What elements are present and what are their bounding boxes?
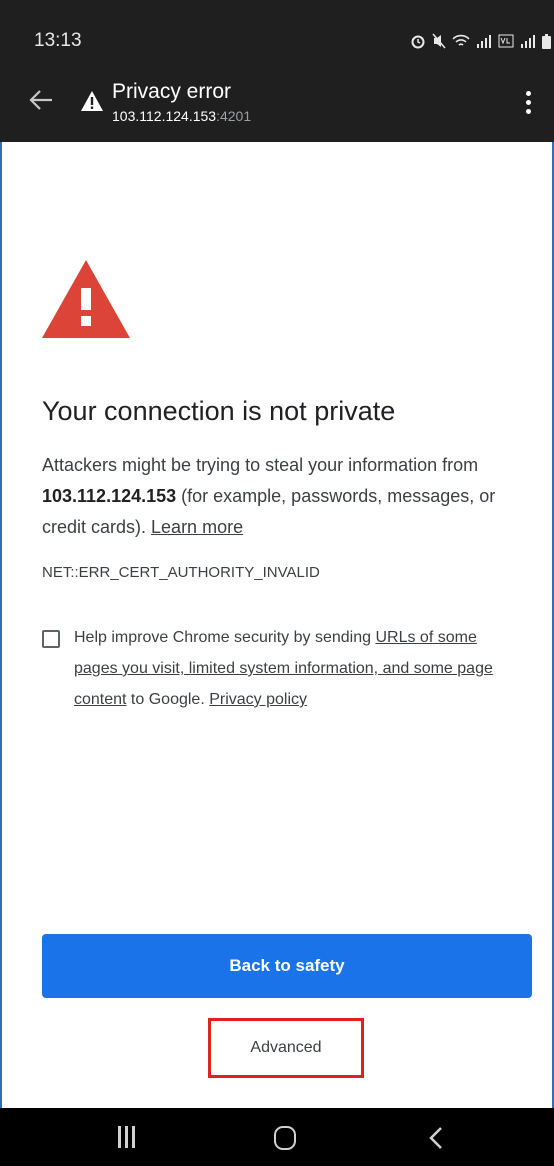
signal-icon [477, 35, 491, 48]
battery-icon [542, 33, 551, 49]
navigation-bar [0, 1108, 554, 1166]
warning-triangle-icon [42, 260, 130, 338]
wifi-icon [452, 34, 470, 46]
status-icons [410, 33, 551, 49]
warning-icon [81, 91, 103, 111]
privacy-policy-link[interactable]: Privacy policy [209, 691, 307, 708]
url-port: :4201 [216, 108, 252, 124]
interstitial-page: Your connection is not private Attackers… [0, 142, 554, 1108]
error-heading: Your connection is not private [42, 396, 396, 426]
url-display[interactable]: 103.112.124.153:4201 [112, 108, 251, 124]
help-improve-checkbox[interactable] [42, 630, 60, 648]
home-icon[interactable] [274, 1126, 296, 1150]
signal-icon [521, 35, 535, 48]
overflow-menu-icon[interactable] [522, 91, 534, 115]
help-improve-text: Help improve Chrome security by sending … [74, 629, 493, 708]
page-title: Privacy error [112, 80, 232, 103]
status-time: 13:13 [34, 30, 82, 51]
browser-toolbar: Privacy error 103.112.124.153:4201 [0, 64, 554, 142]
url-host: 103.112.124.153 [112, 108, 217, 124]
mute-icon [432, 33, 446, 49]
back-to-safety-button[interactable]: Back to safety [42, 934, 532, 998]
error-description: Attackers might be trying to steal your … [42, 455, 496, 537]
status-bar: 13:13 [0, 0, 554, 64]
alarm-icon [411, 35, 425, 49]
back-arrow-icon[interactable] [28, 87, 54, 113]
nav-back-icon[interactable] [428, 1126, 444, 1150]
error-host: 103.112.124.153 [42, 486, 177, 506]
advanced-button[interactable]: Advanced [208, 1018, 364, 1078]
learn-more-link[interactable]: Learn more [151, 517, 243, 537]
recents-icon[interactable] [118, 1126, 138, 1148]
error-code: NET::ERR_CERT_AUTHORITY_INVALID [42, 564, 320, 581]
volte-icon [498, 34, 514, 48]
